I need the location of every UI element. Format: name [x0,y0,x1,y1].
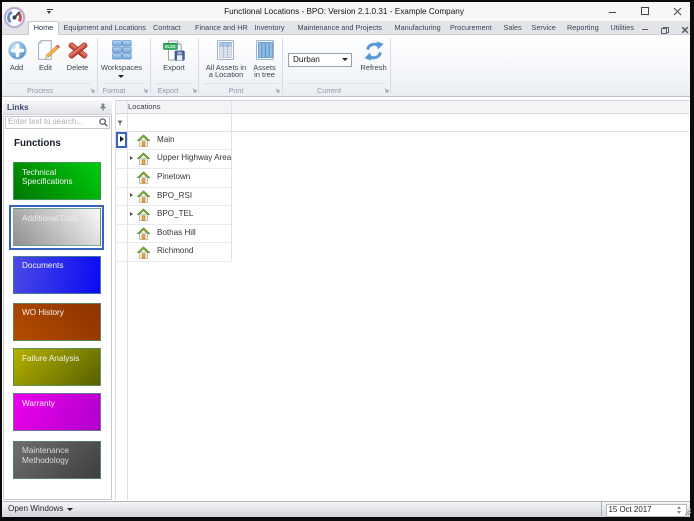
svg-text:XLSX: XLSX [164,44,175,49]
